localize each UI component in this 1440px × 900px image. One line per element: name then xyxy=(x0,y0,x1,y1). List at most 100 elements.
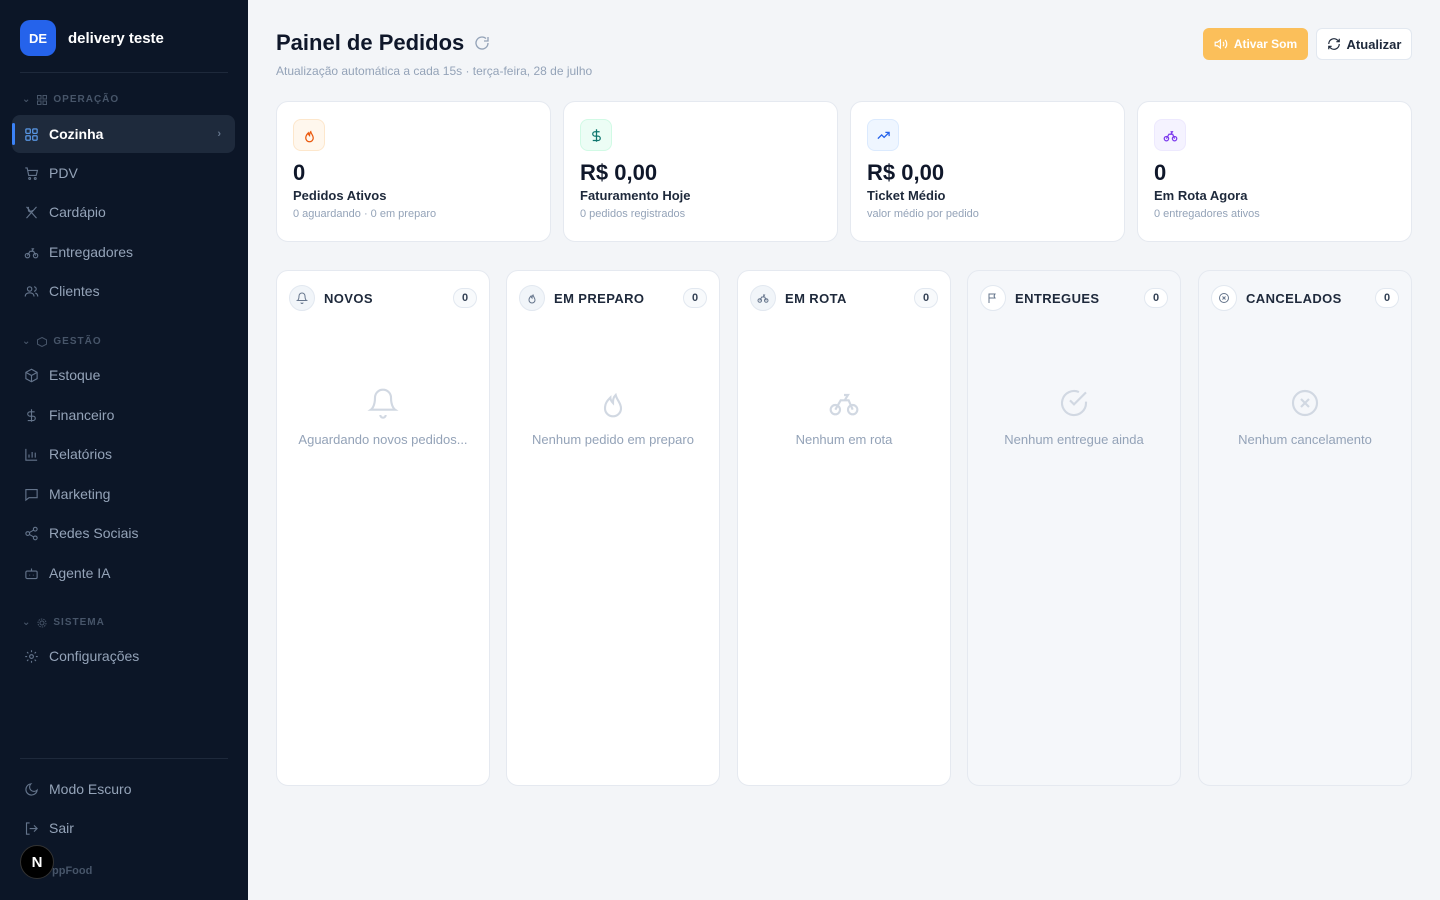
stat-icon-box xyxy=(293,119,325,151)
column-em-preparo: EM PREPARO 0 Nenhum pedido em preparo xyxy=(506,270,720,786)
empty-state: Nenhum entregue ainda xyxy=(968,387,1180,447)
x-circle-icon xyxy=(1219,293,1229,303)
refresh-spinner-icon xyxy=(475,36,489,50)
dollar-icon xyxy=(27,408,36,422)
column-icon xyxy=(289,285,315,311)
sidebar-item-marketing[interactable]: Marketing xyxy=(12,475,235,513)
sidebar-item-label: Entregadores xyxy=(49,244,134,260)
column-icon xyxy=(1211,285,1237,311)
brand-logo: DE xyxy=(20,20,56,56)
empty-state-text: Aguardando novos pedidos... xyxy=(298,432,468,447)
column-title: EM PREPARO xyxy=(554,290,645,306)
stat-value: R$ 0,00 xyxy=(580,160,658,185)
dark-mode-toggle[interactable]: Modo Escuro xyxy=(12,770,235,808)
column-title: NOVOS xyxy=(324,290,373,306)
flame-icon xyxy=(603,392,623,418)
column-header: EM ROTA 0 xyxy=(750,284,938,312)
stat-icon-box xyxy=(1154,119,1186,151)
check-circle-icon xyxy=(1061,389,1088,417)
empty-state: Nenhum pedido em preparo xyxy=(507,387,719,447)
bike-icon xyxy=(829,393,859,416)
stat-label: Pedidos Ativos xyxy=(293,188,387,203)
column-header: EM PREPARO 0 xyxy=(519,284,707,312)
share-icon xyxy=(25,526,38,540)
sidebar-item-cardapio[interactable]: Cardápio xyxy=(12,193,235,231)
empty-state-text: Nenhum em rota xyxy=(795,432,893,447)
page-title-text: Painel de Pedidos xyxy=(276,30,465,55)
sidebar-item-label: Clientes xyxy=(49,283,100,299)
bell-icon xyxy=(296,292,308,304)
app-name: ppFood xyxy=(52,865,93,877)
stat-subtext: valor médio por pedido xyxy=(867,208,979,220)
column-count-badge: 0 xyxy=(453,288,477,308)
column-title: ENTREGUES xyxy=(1015,290,1100,306)
trending-up-icon xyxy=(876,131,890,139)
empty-state: Aguardando novos pedidos... xyxy=(277,387,489,447)
sidebar-item-label: Redes Sociais xyxy=(49,525,139,541)
sidebar-item-estoque[interactable]: Estoque xyxy=(12,356,235,394)
stat-label: Em Rota Agora xyxy=(1154,188,1248,203)
column-entregues: ENTREGUES 0 Nenhum entregue ainda xyxy=(967,270,1181,786)
sidebar-item-pdv[interactable]: PDV xyxy=(12,154,235,192)
brand-name: delivery teste xyxy=(68,29,164,47)
column-count-badge: 0 xyxy=(683,288,707,308)
utensils-icon xyxy=(26,206,37,218)
stat-subtext: 0 entregadores ativos xyxy=(1154,208,1260,220)
column-title: CANCELADOS xyxy=(1246,290,1342,306)
logout-button[interactable]: Sair xyxy=(12,809,235,847)
flame-icon xyxy=(304,130,314,142)
empty-state-text: Nenhum pedido em preparo xyxy=(532,432,694,447)
stat-value: 0 xyxy=(1154,160,1167,185)
column-count-badge: 0 xyxy=(914,288,938,308)
stat-value: 0 xyxy=(293,160,306,185)
sidebar: DE delivery teste ⌄ OPERAÇÃO Cozinha › P… xyxy=(0,0,248,900)
section-gestao[interactable]: ⌄ GESTÃO xyxy=(22,336,102,347)
sidebar-item-configuracoes[interactable]: Configurações xyxy=(12,637,235,675)
message-icon xyxy=(25,488,38,501)
activate-sound-label: Ativar Som xyxy=(1233,37,1298,51)
bell-icon xyxy=(367,388,399,419)
activate-sound-button[interactable]: Ativar Som xyxy=(1203,28,1308,60)
sidebar-item-label: Relatórios xyxy=(49,446,113,462)
refresh-button[interactable]: Atualizar xyxy=(1316,28,1412,60)
chevron-down-icon: ⌄ xyxy=(22,94,32,105)
sidebar-item-label: Cozinha xyxy=(49,126,104,142)
sidebar-item-clientes[interactable]: Clientes xyxy=(12,272,235,310)
sidebar-item-relatorios[interactable]: Relatórios xyxy=(12,435,235,473)
chevron-right-icon: › xyxy=(217,128,221,140)
bar-chart-icon xyxy=(25,448,38,461)
gear-icon xyxy=(25,649,38,663)
stat-icon-box xyxy=(867,119,899,151)
stat-value: R$ 0,00 xyxy=(867,160,945,185)
sidebar-item-agente-ia[interactable]: Agente IA xyxy=(12,554,235,592)
brand[interactable]: DE delivery teste xyxy=(20,20,164,56)
section-sistema[interactable]: ⌄ SISTEMA xyxy=(22,617,105,628)
column-count-badge: 0 xyxy=(1375,288,1399,308)
sidebar-item-entregadores[interactable]: Entregadores xyxy=(12,233,235,271)
refresh-label: Atualizar xyxy=(1346,36,1402,52)
speaker-icon xyxy=(1214,38,1228,50)
users-icon xyxy=(24,285,39,297)
sidebar-item-label: PDV xyxy=(49,165,78,181)
divider xyxy=(20,72,228,73)
stat-card-average-ticket: R$ 0,00 Ticket Médio valor médio por ped… xyxy=(850,101,1125,242)
empty-state: Nenhum cancelamento xyxy=(1199,387,1411,447)
sidebar-item-financeiro[interactable]: Financeiro xyxy=(12,396,235,434)
sidebar-item-cozinha[interactable]: Cozinha › xyxy=(12,115,235,153)
empty-state-text: Nenhum cancelamento xyxy=(1238,432,1372,447)
section-operacao[interactable]: ⌄ OPERAÇÃO xyxy=(22,94,119,105)
empty-state-text: Nenhum entregue ainda xyxy=(1004,432,1144,447)
stat-subtext: 0 aguardando · 0 em preparo xyxy=(293,208,437,220)
sidebar-item-label: Agente IA xyxy=(49,565,111,581)
sidebar-item-label: Marketing xyxy=(49,486,111,502)
flag-icon xyxy=(988,293,996,303)
section-label: SISTEMA xyxy=(53,617,105,628)
section-label: OPERAÇÃO xyxy=(53,94,120,105)
dev-tools-badge[interactable]: N xyxy=(20,845,54,879)
dark-mode-label: Modo Escuro xyxy=(49,781,132,797)
stat-label: Faturamento Hoje xyxy=(580,188,691,203)
moon-icon xyxy=(25,782,38,796)
sidebar-item-redes-sociais[interactable]: Redes Sociais xyxy=(12,514,235,552)
sidebar-item-label: Cardápio xyxy=(49,204,106,220)
box-icon xyxy=(37,336,48,347)
